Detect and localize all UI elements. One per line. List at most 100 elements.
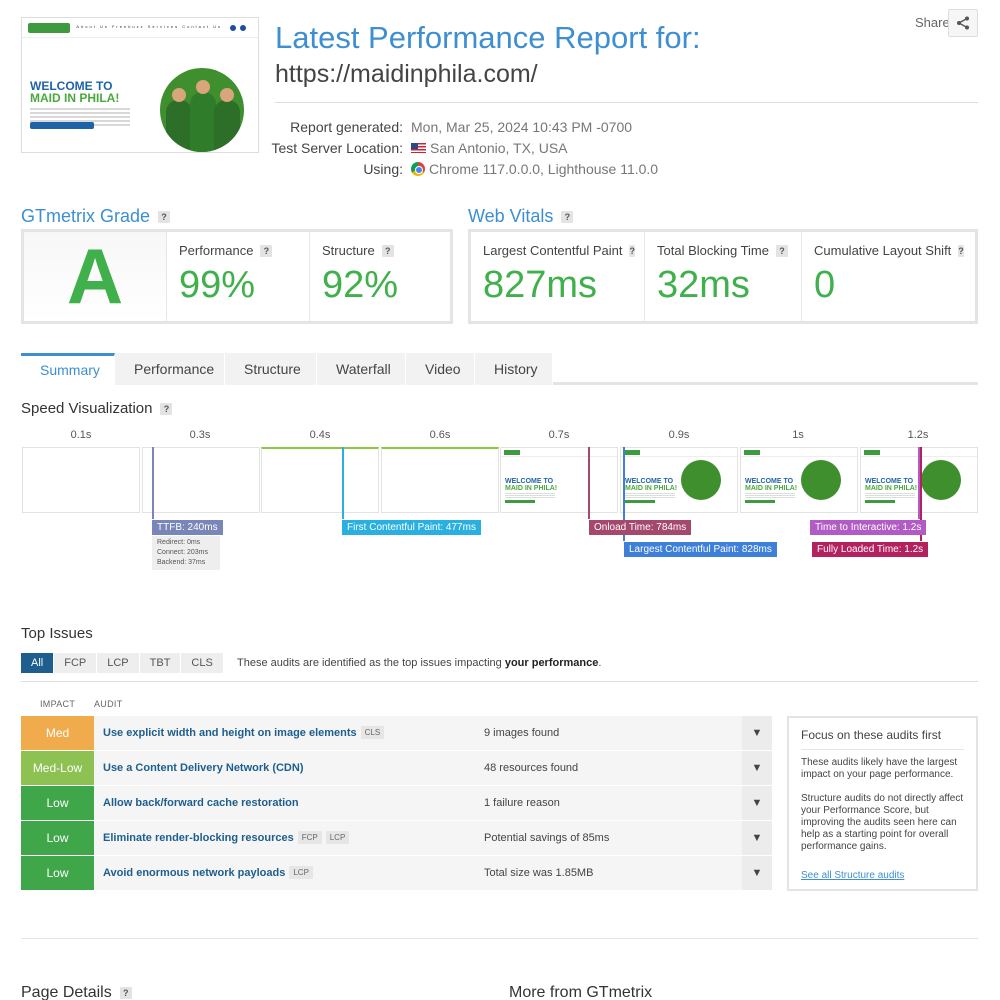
page-details-title: Page Details: [21, 984, 112, 1000]
help-icon[interactable]: ?: [958, 244, 964, 257]
expand-chevron-icon[interactable]: ▼: [742, 715, 772, 750]
lcp-vital-label: Largest Contentful Paint?: [483, 243, 635, 258]
tbt-vital-label: Total Blocking Time?: [657, 243, 789, 258]
report-url: https://maidinphila.com/: [275, 60, 538, 88]
tbt-vital-value: 32ms: [657, 264, 750, 306]
tab-video[interactable]: Video: [406, 353, 475, 385]
filter-all[interactable]: All: [21, 653, 55, 673]
ttfb-redirect: Redirect: 0ms: [157, 539, 201, 546]
lcp-label-text: Largest Contentful Paint: [483, 243, 623, 258]
expand-chevron-icon[interactable]: ▼: [742, 855, 772, 890]
frame-time-label: 1s: [792, 429, 804, 441]
tab-summary[interactable]: Summary: [21, 353, 115, 385]
focus-panel-text: Structure audits do not directly affect …: [801, 793, 964, 852]
thumbnail-social-icon: [240, 25, 246, 31]
issue-row[interactable]: Low Avoid enormous network payloads LCP T…: [21, 855, 772, 890]
issue-row[interactable]: Low Allow back/forward cache restoration…: [21, 785, 772, 820]
expand-chevron-icon[interactable]: ▼: [742, 820, 772, 855]
frame-time-label: 0.1s: [70, 429, 92, 441]
issue-row[interactable]: Med-Low Use a Content Delivery Network (…: [21, 750, 772, 785]
structure-score-cell: Structure? 92%: [310, 232, 450, 321]
audit-name[interactable]: Allow back/forward cache restoration: [94, 785, 475, 820]
report-generated-value: Mon, Mar 25, 2024 10:43 PM -0700: [411, 119, 633, 135]
audit-result: 48 resources found: [475, 750, 742, 785]
ttfb-marker-label: TTFB: 240ms: [152, 520, 223, 535]
expand-chevron-icon[interactable]: ▼: [742, 750, 772, 785]
cls-label-text: Cumulative Layout Shift: [814, 243, 952, 258]
share-icon: [957, 16, 969, 30]
meta-label-using: Using:: [363, 161, 403, 177]
frame-welcome-text: MAID IN PHILA!: [505, 485, 558, 492]
filmstrip-frame[interactable]: [381, 447, 499, 513]
frame-welcome-text: MAID IN PHILA!: [745, 485, 798, 492]
issue-row[interactable]: Low Eliminate render-blocking resources F…: [21, 820, 772, 855]
gtmetrix-grade-heading: GTmetrix Grade ?: [21, 206, 171, 227]
chrome-icon: [411, 162, 425, 176]
impact-badge: Med-Low: [21, 750, 94, 785]
structure-score-value: 92%: [322, 264, 399, 306]
audit-title[interactable]: Use a Content Delivery Network (CDN): [103, 762, 304, 774]
help-icon[interactable]: ?: [260, 244, 273, 257]
share-label[interactable]: Share: [915, 15, 950, 30]
filmstrip-frame[interactable]: WELCOME TO MAID IN PHILA!: [620, 447, 738, 513]
audit-title[interactable]: Use explicit width and height on image e…: [103, 727, 357, 739]
meta-value-using: Chrome 117.0.0.0, Lighthouse 11.0.0: [411, 161, 658, 177]
frame-welcome-text: WELCOME TO: [625, 478, 674, 485]
tab-waterfall[interactable]: Waterfall: [317, 353, 406, 385]
tbt-vital-cell: Total Blocking Time? 32ms: [645, 232, 802, 321]
see-structure-audits-link[interactable]: See all Structure audits: [801, 870, 904, 881]
help-icon[interactable]: ?: [381, 244, 394, 257]
filter-fcp[interactable]: FCP: [54, 653, 98, 673]
audit-name[interactable]: Eliminate render-blocking resources FCP LC…: [94, 820, 475, 855]
frame-welcome-text: WELCOME TO: [505, 478, 554, 485]
metric-tag: LCP: [325, 831, 350, 844]
thumbnail-cta-button: [30, 122, 94, 129]
issue-row[interactable]: Med Use explicit width and height on ima…: [21, 715, 772, 750]
tab-structure[interactable]: Structure: [225, 353, 317, 385]
metric-tag: CLS: [360, 726, 385, 739]
help-icon[interactable]: ?: [561, 210, 574, 223]
lcp-marker-label: Largest Contentful Paint: 828ms: [624, 542, 777, 557]
help-icon[interactable]: ?: [158, 210, 171, 223]
filter-lcp[interactable]: LCP: [97, 653, 140, 673]
fully-loaded-marker-label: Fully Loaded Time: 1.2s: [812, 542, 929, 557]
help-icon[interactable]: ?: [629, 244, 635, 257]
audit-title[interactable]: Avoid enormous network payloads: [103, 867, 285, 879]
expand-chevron-icon[interactable]: ▼: [742, 785, 772, 820]
help-icon[interactable]: ?: [160, 402, 173, 415]
tbt-label-text: Total Blocking Time: [657, 243, 769, 258]
filter-tbt[interactable]: TBT: [139, 653, 182, 673]
audit-name[interactable]: Avoid enormous network payloads LCP: [94, 855, 475, 890]
tab-history[interactable]: History: [475, 353, 553, 385]
lcp-vital-cell: Largest Contentful Paint? 827ms: [471, 232, 645, 321]
section-divider: [21, 938, 978, 939]
us-flag-icon: [411, 143, 426, 153]
frame-time-label: 0.9s: [668, 429, 690, 441]
help-icon[interactable]: ?: [119, 987, 132, 999]
filmstrip-frame[interactable]: WELCOME TO MAID IN PHILA!: [500, 447, 618, 513]
page-details-heading: Page Details ?: [21, 984, 132, 1000]
thumbnail-navbar: About Us Freebuzz Services Contact Us: [22, 18, 258, 38]
filmstrip-frame[interactable]: [142, 447, 260, 513]
meta-label-report-generated: Report generated:: [290, 119, 403, 135]
frame-welcome-text: MAID IN PHILA!: [625, 485, 678, 492]
top-issues-title: Top Issues: [21, 625, 93, 642]
filter-cls[interactable]: CLS: [181, 653, 224, 673]
help-icon[interactable]: ?: [776, 244, 788, 257]
ttfb-backend: Backend: 37ms: [157, 559, 206, 566]
browser-value: Chrome 117.0.0.0, Lighthouse 11.0.0: [429, 161, 659, 177]
audit-name[interactable]: Use explicit width and height on image e…: [94, 715, 475, 750]
share-button[interactable]: [948, 9, 978, 37]
filmstrip-frame[interactable]: [261, 447, 379, 513]
structure-score-label: Structure?: [322, 243, 438, 258]
frame-time-label: 0.4s: [309, 429, 331, 441]
audit-title[interactable]: Allow back/forward cache restoration: [103, 797, 299, 809]
filmstrip-frame[interactable]: [22, 447, 140, 513]
audit-result: Potential savings of 85ms: [475, 820, 742, 855]
lcp-vital-value: 827ms: [483, 264, 598, 306]
server-location-value: San Antonio, TX, USA: [430, 140, 568, 156]
audit-name[interactable]: Use a Content Delivery Network (CDN): [94, 750, 475, 785]
tab-performance[interactable]: Performance: [115, 353, 225, 385]
filmstrip-frame[interactable]: WELCOME TO MAID IN PHILA!: [740, 447, 858, 513]
audit-title[interactable]: Eliminate render-blocking resources: [103, 832, 294, 844]
